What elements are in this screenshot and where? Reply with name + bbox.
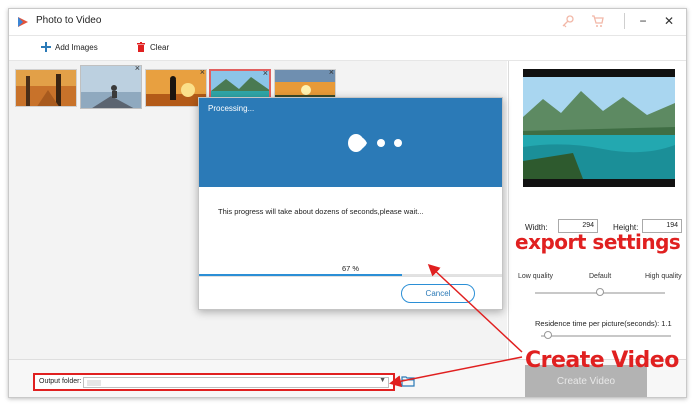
- residence-slider-thumb[interactable]: [543, 331, 552, 339]
- titlebar-separator: [624, 13, 625, 29]
- plus-icon: [41, 42, 51, 52]
- dialog-footer: Cancel: [199, 276, 502, 311]
- output-folder-highlight: Output folder: ▼: [33, 373, 395, 391]
- output-folder-label: Output folder:: [39, 378, 82, 385]
- app-logo-icon: [18, 17, 28, 27]
- residence-time-label: Residence time per picture(seconds): 1.1: [535, 319, 672, 328]
- residence-slider-track[interactable]: [541, 335, 671, 337]
- folder-icon[interactable]: [401, 375, 415, 387]
- thumbnail-autumn-forest[interactable]: [15, 69, 77, 107]
- dialog-message: This progress will take about dozens of …: [218, 207, 424, 216]
- default-quality-label: Default: [589, 273, 612, 280]
- quality-slider-thumb[interactable]: [596, 288, 604, 296]
- loading-dots-icon: [348, 134, 402, 152]
- remove-thumbnail-icon[interactable]: ×: [263, 71, 268, 78]
- output-path-redacted: [87, 380, 101, 386]
- create-video-annotation: Create Video: [525, 348, 679, 373]
- cancel-button[interactable]: Cancel: [401, 284, 475, 303]
- add-images-label: Add Images: [55, 42, 98, 52]
- remove-thumbnail-icon[interactable]: ×: [200, 70, 205, 77]
- progress-percent: 67 %: [341, 264, 360, 273]
- output-folder-field[interactable]: ▼: [83, 377, 389, 388]
- high-quality-label: High quality: [645, 273, 682, 280]
- key-icon[interactable]: [561, 14, 575, 28]
- title-bar: Photo to Video − ✕: [9, 9, 686, 35]
- chevron-down-icon[interactable]: ▼: [379, 377, 386, 384]
- remove-thumbnail-icon[interactable]: ×: [329, 70, 334, 77]
- thumbnail-person-on-rock[interactable]: ×: [80, 65, 142, 109]
- remove-thumbnail-icon[interactable]: ×: [135, 66, 140, 73]
- close-button[interactable]: ✕: [661, 12, 677, 30]
- dialog-header: Processing...: [199, 98, 502, 187]
- add-images-button[interactable]: Add Images: [41, 42, 98, 52]
- settings-panel: Width: 294 Height: 194 Low quality Defau…: [508, 61, 686, 359]
- clear-button[interactable]: Clear: [136, 42, 169, 52]
- video-preview: [523, 69, 675, 187]
- clear-label: Clear: [150, 42, 170, 52]
- dialog-title: Processing...: [208, 104, 255, 113]
- autumn-forest-image: [16, 70, 76, 106]
- toolbar: Add Images Clear: [9, 35, 686, 61]
- low-quality-label: Low quality: [518, 273, 554, 280]
- processing-dialog: Processing... This progress will take ab…: [198, 97, 503, 310]
- app-title: Photo to Video: [36, 15, 102, 26]
- cart-icon[interactable]: [591, 14, 605, 28]
- person-on-rock-image: [81, 66, 141, 108]
- minimize-button[interactable]: −: [635, 12, 651, 30]
- preview-image: [523, 77, 675, 179]
- trash-icon: [137, 42, 145, 52]
- app-window: Photo to Video − ✕ Add Images Clear × × …: [8, 8, 687, 398]
- screenshot-frame: Photo to Video − ✕ Add Images Clear × × …: [0, 0, 700, 407]
- export-settings-annotation: export settings: [515, 230, 681, 254]
